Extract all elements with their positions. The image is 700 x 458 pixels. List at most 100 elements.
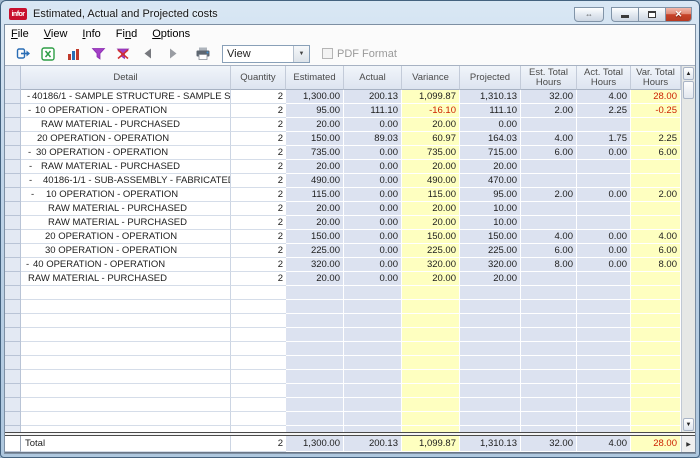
- scrollbar-thumb[interactable]: [683, 81, 694, 99]
- esth-cell[interactable]: 4.00: [521, 230, 577, 244]
- est-cell[interactable]: 735.00: [286, 146, 344, 160]
- collapse-icon[interactable]: -: [26, 258, 29, 271]
- est-cell[interactable]: 20.00: [286, 202, 344, 216]
- filter-button[interactable]: [87, 44, 109, 63]
- total-row-selector[interactable]: [5, 436, 21, 452]
- table-row[interactable]: RAW MATERIAL - PURCHASED 2 20.00 0.00 20.00 1…: [5, 202, 681, 216]
- column-header-qty[interactable]: Quantity: [231, 66, 286, 90]
- detail-cell[interactable]: -30 OPERATION - OPERATION: [21, 146, 231, 160]
- est-cell[interactable]: 20.00: [286, 272, 344, 286]
- table-row[interactable]: -10 OPERATION - OPERATION 2 115.00 0.00 115.…: [5, 188, 681, 202]
- row-selector[interactable]: [5, 160, 21, 174]
- esth-cell[interactable]: [521, 328, 577, 342]
- empty-row[interactable]: [5, 300, 681, 314]
- row-selector[interactable]: [5, 272, 21, 286]
- detail-cell[interactable]: 30 OPERATION - OPERATION: [21, 244, 231, 258]
- qty-cell[interactable]: 2: [231, 258, 286, 272]
- column-header-proj[interactable]: Projected: [460, 66, 521, 90]
- qty-cell[interactable]: 2: [231, 188, 286, 202]
- varh-cell[interactable]: -0.25: [631, 104, 681, 118]
- var-cell[interactable]: [402, 356, 460, 370]
- esth-cell[interactable]: 32.00: [521, 90, 577, 104]
- est-cell[interactable]: 150.00: [286, 230, 344, 244]
- proj-cell[interactable]: [460, 314, 521, 328]
- est-cell[interactable]: 150.00: [286, 132, 344, 146]
- act-cell[interactable]: [344, 286, 402, 300]
- act-cell[interactable]: [344, 314, 402, 328]
- qty-cell[interactable]: [231, 384, 286, 398]
- empty-row[interactable]: [5, 398, 681, 412]
- acth-cell[interactable]: [577, 328, 631, 342]
- proj-cell[interactable]: [460, 384, 521, 398]
- est-cell[interactable]: [286, 356, 344, 370]
- row-selector[interactable]: [5, 258, 21, 272]
- empty-row[interactable]: [5, 384, 681, 398]
- qty-cell[interactable]: 2: [231, 160, 286, 174]
- acth-cell[interactable]: 4.00: [577, 90, 631, 104]
- print-button[interactable]: [192, 44, 214, 63]
- column-header-acth[interactable]: Act. Total Hours: [577, 66, 631, 90]
- row-selector[interactable]: [5, 146, 21, 160]
- row-selector[interactable]: [5, 300, 21, 314]
- est-cell[interactable]: [286, 314, 344, 328]
- act-cell[interactable]: [344, 300, 402, 314]
- esth-cell[interactable]: 2.00: [521, 188, 577, 202]
- act-cell[interactable]: [344, 370, 402, 384]
- est-cell[interactable]: [286, 370, 344, 384]
- proj-cell[interactable]: 95.00: [460, 188, 521, 202]
- collapse-icon[interactable]: -: [29, 160, 32, 173]
- row-selector[interactable]: [5, 384, 21, 398]
- esth-cell[interactable]: [521, 412, 577, 426]
- esth-cell[interactable]: 6.00: [521, 244, 577, 258]
- qty-cell[interactable]: 2: [231, 202, 286, 216]
- varh-cell[interactable]: [631, 286, 681, 300]
- qty-cell[interactable]: 2: [231, 272, 286, 286]
- collapse-icon[interactable]: -: [31, 188, 34, 201]
- varh-cell[interactable]: [631, 160, 681, 174]
- proj-cell[interactable]: 20.00: [460, 272, 521, 286]
- esth-cell[interactable]: [521, 216, 577, 230]
- esth-cell[interactable]: [521, 314, 577, 328]
- acth-cell[interactable]: 0.00: [577, 230, 631, 244]
- est-cell[interactable]: 490.00: [286, 174, 344, 188]
- var-cell[interactable]: 150.00: [402, 230, 460, 244]
- row-selector[interactable]: [5, 286, 21, 300]
- row-selector[interactable]: [5, 356, 21, 370]
- varh-cell[interactable]: [631, 300, 681, 314]
- qty-cell[interactable]: [231, 328, 286, 342]
- qty-cell[interactable]: [231, 342, 286, 356]
- var-cell[interactable]: [402, 370, 460, 384]
- varh-cell[interactable]: [631, 384, 681, 398]
- view-dropdown[interactable]: View ▼: [222, 44, 310, 63]
- qty-cell[interactable]: [231, 398, 286, 412]
- act-cell[interactable]: 0.00: [344, 146, 402, 160]
- table-row[interactable]: RAW MATERIAL - PURCHASED 2 20.00 0.00 20.00 2…: [5, 272, 681, 286]
- var-cell[interactable]: 20.00: [402, 272, 460, 286]
- table-row[interactable]: RAW MATERIAL - PURCHASED 2 20.00 0.00 20.00 1…: [5, 216, 681, 230]
- var-cell[interactable]: [402, 314, 460, 328]
- table-row[interactable]: -40186/1 - SAMPLE STRUCTURE - SAMPLE STR…: [5, 90, 681, 104]
- var-cell[interactable]: 20.00: [402, 118, 460, 132]
- qty-cell[interactable]: 2: [231, 90, 286, 104]
- acth-cell[interactable]: [577, 202, 631, 216]
- acth-cell[interactable]: [577, 272, 631, 286]
- est-cell[interactable]: [286, 328, 344, 342]
- proj-cell[interactable]: [460, 398, 521, 412]
- row-selector[interactable]: [5, 188, 21, 202]
- act-cell[interactable]: [344, 384, 402, 398]
- row-selector[interactable]: [5, 90, 21, 104]
- column-header-esth[interactable]: Est. Total Hours: [521, 66, 577, 90]
- var-cell[interactable]: 60.97: [402, 132, 460, 146]
- detail-cell[interactable]: -40186-1/1 - SUB-ASSEMBLY - FABRICATED: [21, 174, 231, 188]
- previous-button[interactable]: [137, 44, 159, 63]
- act-cell[interactable]: [344, 398, 402, 412]
- table-row[interactable]: -30 OPERATION - OPERATION 2 735.00 0.00 735.…: [5, 146, 681, 160]
- proj-cell[interactable]: [460, 300, 521, 314]
- acth-cell[interactable]: [577, 286, 631, 300]
- var-cell[interactable]: [402, 412, 460, 426]
- row-selector[interactable]: [5, 398, 21, 412]
- empty-row[interactable]: [5, 356, 681, 370]
- scroll-right-button[interactable]: ▶: [681, 436, 695, 452]
- row-selector[interactable]: [5, 104, 21, 118]
- varh-cell[interactable]: [631, 328, 681, 342]
